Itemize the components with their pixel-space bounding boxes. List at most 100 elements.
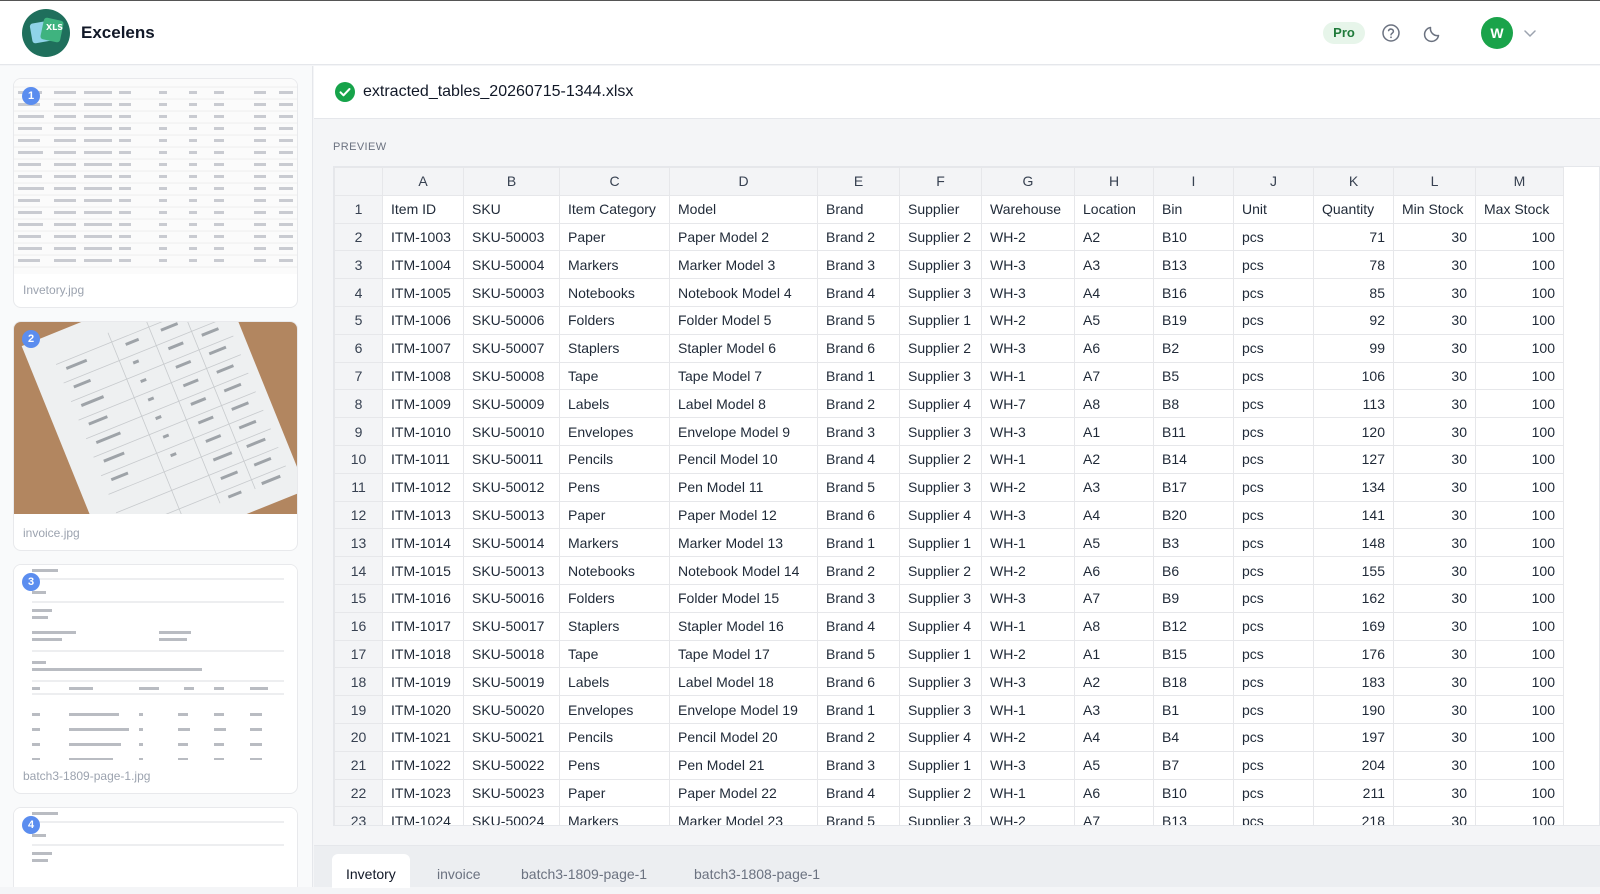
table-cell[interactable]: 100 (1475, 278, 1564, 307)
table-cell[interactable]: pcs (1233, 722, 1314, 752)
table-cell[interactable]: 155 (1313, 556, 1394, 585)
table-cell[interactable]: WH-1 (981, 611, 1075, 641)
row-number[interactable]: 10 (334, 444, 383, 474)
table-cell[interactable]: pcs (1233, 583, 1314, 613)
table-cell[interactable]: Brand 2 (817, 556, 900, 585)
table-cell[interactable]: WH-2 (981, 806, 1075, 825)
table-cell[interactable]: SKU-50011 (463, 444, 560, 474)
table-cell[interactable]: Supplier 3 (899, 250, 982, 280)
table-cell[interactable]: A6 (1074, 556, 1154, 585)
table-cell[interactable]: 127 (1313, 444, 1394, 474)
table-cell[interactable]: WH-3 (981, 750, 1075, 780)
table-cell[interactable]: ITM-1005 (382, 278, 464, 307)
table-cell[interactable]: pcs (1233, 333, 1314, 363)
table-cell[interactable]: Paper (559, 500, 670, 530)
dark-mode-icon[interactable] (1421, 21, 1445, 45)
table-cell[interactable]: Label Model 8 (669, 389, 818, 419)
avatar[interactable]: W (1481, 17, 1513, 49)
table-cell[interactable]: 100 (1475, 639, 1564, 669)
table-cell[interactable]: SKU-50019 (463, 667, 560, 697)
table-cell[interactable]: Brand 5 (817, 806, 900, 825)
table-cell[interactable]: SKU-50016 (463, 583, 560, 613)
table-cell[interactable]: A6 (1074, 778, 1154, 808)
table-cell[interactable]: 100 (1475, 667, 1564, 697)
table-cell[interactable]: ITM-1020 (382, 695, 464, 724)
table-cell[interactable]: B10 (1153, 222, 1234, 252)
table-cell[interactable]: 100 (1475, 750, 1564, 780)
table-cell[interactable]: A3 (1074, 472, 1154, 502)
row-number[interactable]: 8 (334, 389, 383, 419)
table-cell[interactable]: 100 (1475, 250, 1564, 280)
table-cell[interactable]: 30 (1393, 639, 1476, 669)
row-number[interactable]: 16 (334, 611, 383, 641)
row-number[interactable]: 19 (334, 695, 383, 724)
table-cell[interactable]: Brand 5 (817, 472, 900, 502)
table-cell[interactable]: pcs (1233, 472, 1314, 502)
row-number[interactable]: 21 (334, 750, 383, 780)
table-cell[interactable]: Supplier 3 (899, 361, 982, 391)
table-cell[interactable]: B14 (1153, 444, 1234, 474)
table-cell[interactable]: Brand 4 (817, 778, 900, 808)
table-cell[interactable]: Brand 3 (817, 250, 900, 280)
column-header[interactable]: I (1153, 167, 1234, 196)
table-cell[interactable]: SKU-50013 (463, 500, 560, 530)
table-cell[interactable]: 100 (1475, 695, 1564, 724)
table-cell[interactable]: pcs (1233, 806, 1314, 825)
table-cell[interactable]: Pencil Model 10 (669, 444, 818, 474)
table-cell[interactable]: pcs (1233, 611, 1314, 641)
table-cell[interactable]: 71 (1313, 222, 1394, 252)
table-cell[interactable]: Supplier 2 (899, 778, 982, 808)
table-cell[interactable]: pcs (1233, 361, 1314, 391)
table-cell[interactable]: Tape (559, 639, 670, 669)
row-number[interactable]: 5 (334, 305, 383, 335)
table-cell[interactable]: Model (669, 194, 818, 224)
table-cell[interactable]: Brand 5 (817, 305, 900, 335)
row-number[interactable]: 22 (334, 778, 383, 808)
table-cell[interactable]: Brand 3 (817, 417, 900, 446)
table-cell[interactable]: A7 (1074, 806, 1154, 825)
table-cell[interactable]: B8 (1153, 389, 1234, 419)
sidebar-item-invoice[interactable]: 2 invoice.jpg (13, 321, 298, 551)
table-cell[interactable]: 100 (1475, 444, 1564, 474)
table-cell[interactable]: Notebook Model 14 (669, 556, 818, 585)
table-cell[interactable]: 141 (1313, 500, 1394, 530)
table-cell[interactable]: Brand 4 (817, 278, 900, 307)
table-cell[interactable]: Supplier 1 (899, 639, 982, 669)
column-header[interactable]: J (1233, 167, 1314, 196)
table-cell[interactable]: Item Category (559, 194, 670, 224)
row-number[interactable]: 18 (334, 667, 383, 697)
table-cell[interactable]: WH-3 (981, 500, 1075, 530)
spreadsheet-preview[interactable]: A B C D E F G H I J K L M 1 Item ID SKU Ite… (333, 166, 1600, 826)
table-cell[interactable]: 30 (1393, 667, 1476, 697)
table-cell[interactable]: 176 (1313, 639, 1394, 669)
table-cell[interactable]: Brand 5 (817, 639, 900, 669)
row-number[interactable]: 6 (334, 333, 383, 363)
table-cell[interactable]: 190 (1313, 695, 1394, 724)
table-cell[interactable]: Label Model 18 (669, 667, 818, 697)
table-cell[interactable]: B18 (1153, 667, 1234, 697)
table-cell[interactable]: pcs (1233, 278, 1314, 307)
table-cell[interactable]: ITM-1016 (382, 583, 464, 613)
table-cell[interactable]: ITM-1004 (382, 250, 464, 280)
table-cell[interactable]: 30 (1393, 611, 1476, 641)
table-cell[interactable]: Marker Model 3 (669, 250, 818, 280)
pro-badge[interactable]: Pro (1323, 22, 1365, 44)
table-cell[interactable]: B13 (1153, 250, 1234, 280)
table-cell[interactable]: Supplier 1 (899, 528, 982, 558)
table-cell[interactable]: Tape (559, 361, 670, 391)
table-cell[interactable]: Supplier 4 (899, 500, 982, 530)
table-cell[interactable]: A5 (1074, 750, 1154, 780)
tab-invetory[interactable]: Invetory (332, 854, 410, 888)
table-cell[interactable]: Staplers (559, 333, 670, 363)
table-cell[interactable]: 30 (1393, 444, 1476, 474)
table-cell[interactable]: A5 (1074, 305, 1154, 335)
table-cell[interactable]: Notebooks (559, 556, 670, 585)
table-cell[interactable]: B17 (1153, 472, 1234, 502)
table-cell[interactable]: 100 (1475, 417, 1564, 446)
table-cell[interactable]: Pen Model 21 (669, 750, 818, 780)
table-cell[interactable]: pcs (1233, 444, 1314, 474)
table-cell[interactable]: SKU-50004 (463, 250, 560, 280)
table-cell[interactable]: Supplier 1 (899, 305, 982, 335)
table-cell[interactable]: WH-7 (981, 389, 1075, 419)
table-cell[interactable]: 100 (1475, 611, 1564, 641)
